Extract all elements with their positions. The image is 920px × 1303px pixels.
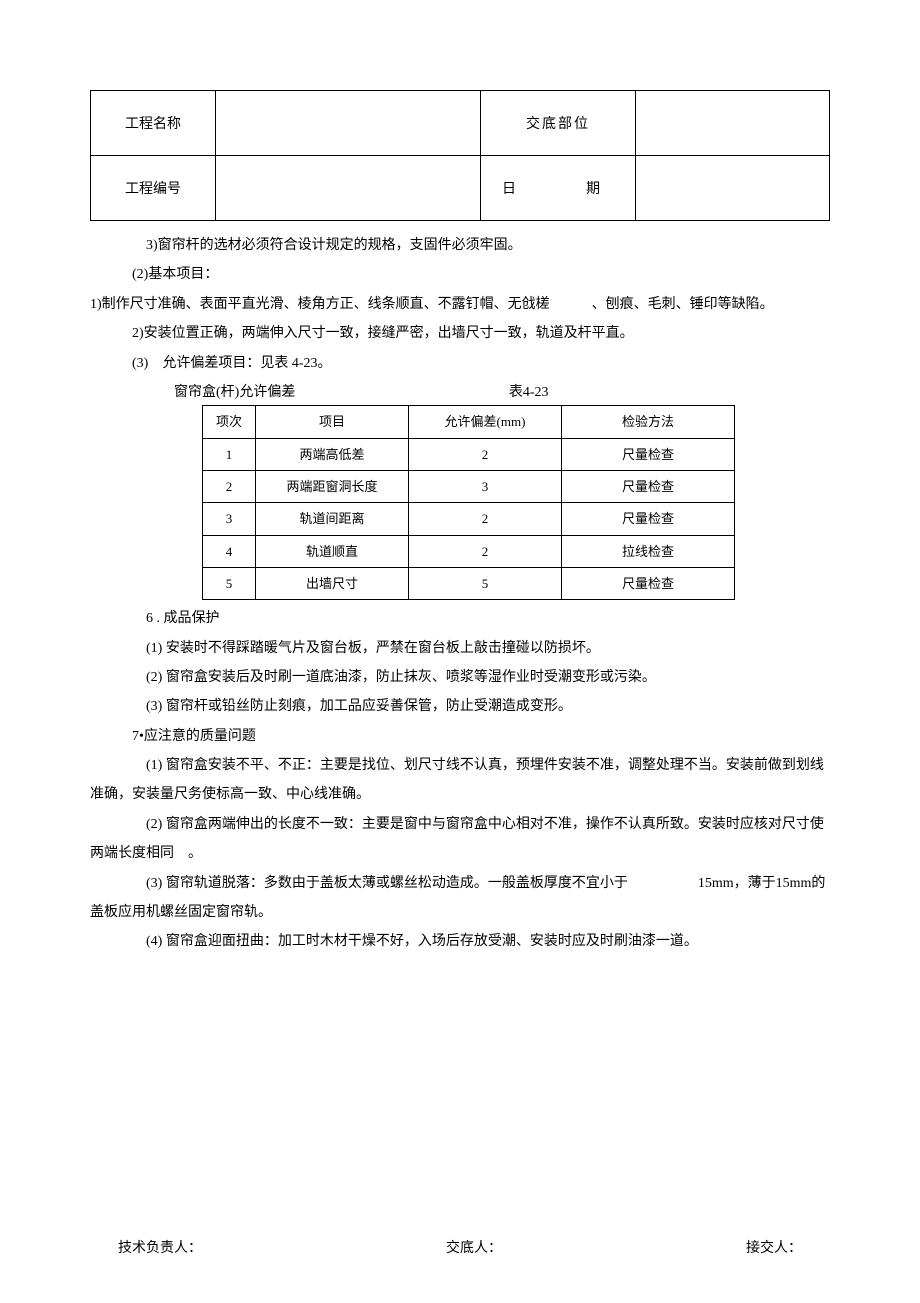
tol-cell: 出墙尺寸	[256, 567, 409, 599]
sign-receive: 接交人：	[746, 1237, 802, 1257]
header-cell-part-label: 交底部位	[481, 91, 636, 156]
tol-h-3: 检验方法	[562, 406, 735, 438]
para-basic-2: 2)安装位置正确，两端伸入尺寸一致，接缝严密，出墙尺寸一致，轨道及杆平直。	[90, 319, 830, 348]
header-cell-eng-name-value	[216, 91, 481, 156]
tol-cell: 尺量检查	[562, 567, 735, 599]
tol-cell: 两端距窗洞长度	[256, 470, 409, 502]
tol-cell: 尺量检查	[562, 470, 735, 502]
table-row: 1 两端高低差 2 尺量检查	[203, 438, 735, 470]
sec6-title: 6 . 成品保护	[90, 604, 830, 633]
tol-cell: 3	[409, 470, 562, 502]
table-row: 5 出墙尺寸 5 尺量检查	[203, 567, 735, 599]
tol-h-1: 项目	[256, 406, 409, 438]
tol-cell: 2	[409, 438, 562, 470]
sec6-3: (3) 窗帘杆或铅丝防止刻痕，加工品应妥善保管，防止受潮造成变形。	[90, 692, 830, 721]
sec6-1: (1) 安装时不得踩踏暖气片及窗台板，严禁在窗台板上敲击撞碰以防损坏。	[90, 634, 830, 663]
header-cell-eng-no-value	[216, 156, 481, 221]
header-table: 工程名称 交底部位 工程编号 日 期	[90, 90, 830, 221]
tol-cell: 1	[203, 438, 256, 470]
tol-cell: 轨道间距离	[256, 503, 409, 535]
tol-table-caption: 窗帘盒(杆)允许偏差 表4-23	[90, 378, 830, 407]
header-cell-date-label: 日 期	[481, 156, 636, 221]
tol-cell: 尺量检查	[562, 503, 735, 535]
sec6-2: (2) 窗帘盒安装后及时刷一道底油漆，防止抹灰、喷浆等湿作业时受潮变形或污染。	[90, 663, 830, 692]
header-cell-date-value	[636, 156, 830, 221]
sec7-2: (2) 窗帘盒两端伸出的长度不一致：主要是窗中与窗帘盒中心相对不准，操作不认真所…	[90, 810, 830, 869]
sec7-1: (1) 窗帘盒安装不平、不正：主要是找位、划尺寸线不认真，预埋件安装不准，调整处…	[90, 751, 830, 810]
tol-cell: 拉线检查	[562, 535, 735, 567]
table-row: 4 轨道顺直 2 拉线检查	[203, 535, 735, 567]
body-text: 3)窗帘杆的选材必须符合设计规定的规格，支固件必须牢固。 (2)基本项目： 1)…	[90, 231, 830, 957]
tol-table-number: 表4-23	[509, 378, 549, 407]
table-row: 2 两端距窗洞长度 3 尺量检查	[203, 470, 735, 502]
tol-cell: 2	[409, 503, 562, 535]
table-row: 3 轨道间距离 2 尺量检查	[203, 503, 735, 535]
tol-cell: 尺量检查	[562, 438, 735, 470]
tol-cell: 5	[409, 567, 562, 599]
tol-h-0: 项次	[203, 406, 256, 438]
header-row-2: 工程编号 日 期	[91, 156, 830, 221]
tol-h-2: 允许偏差(mm)	[409, 406, 562, 438]
para-basic-title: (2)基本项目：	[90, 260, 830, 289]
tol-cell: 4	[203, 535, 256, 567]
signature-footer: 技术负责人： 交底人： 接交人：	[90, 1237, 830, 1257]
para-3: 3)窗帘杆的选材必须符合设计规定的规格，支固件必须牢固。	[90, 231, 830, 260]
para-basic-1: 1)制作尺寸准确、表面平直光滑、棱角方正、线条顺直、不露钉帽、无戗槎 、刨痕、毛…	[90, 290, 830, 319]
document-page: 工程名称 交底部位 工程编号 日 期 3)窗帘杆的选材必须符合设计规定的规格，支…	[45, 0, 875, 1297]
tol-cell: 2	[409, 535, 562, 567]
header-cell-part-value	[636, 91, 830, 156]
tolerance-table: 项次 项目 允许偏差(mm) 检验方法 1 两端高低差 2 尺量检查 2 两端距…	[202, 405, 735, 600]
header-cell-eng-name-label: 工程名称	[91, 91, 216, 156]
tol-cell: 2	[203, 470, 256, 502]
sec7-4: (4) 窗帘盒迎面扭曲：加工时木材干燥不好，入场后存放受潮、安装时应及时刷油漆一…	[90, 927, 830, 956]
tol-cell: 5	[203, 567, 256, 599]
sign-disclose: 交底人：	[446, 1237, 502, 1257]
header-cell-eng-no-label: 工程编号	[91, 156, 216, 221]
tol-header-row: 项次 项目 允许偏差(mm) 检验方法	[203, 406, 735, 438]
header-row-1: 工程名称 交底部位	[91, 91, 830, 156]
para-tol-title: (3) 允许偏差项目：见表 4-23。	[90, 349, 830, 378]
sign-tech-lead: 技术负责人：	[118, 1237, 202, 1257]
sec7-title: 7•应注意的质量问题	[90, 722, 830, 751]
tol-cell: 3	[203, 503, 256, 535]
sec7-3: (3) 窗帘轨道脱落：多数由于盖板太薄或螺丝松动造成。一般盖板厚度不宜小于 15…	[90, 869, 830, 928]
tol-table-name: 窗帘盒(杆)允许偏差	[174, 385, 295, 400]
tol-cell: 两端高低差	[256, 438, 409, 470]
tol-cell: 轨道顺直	[256, 535, 409, 567]
